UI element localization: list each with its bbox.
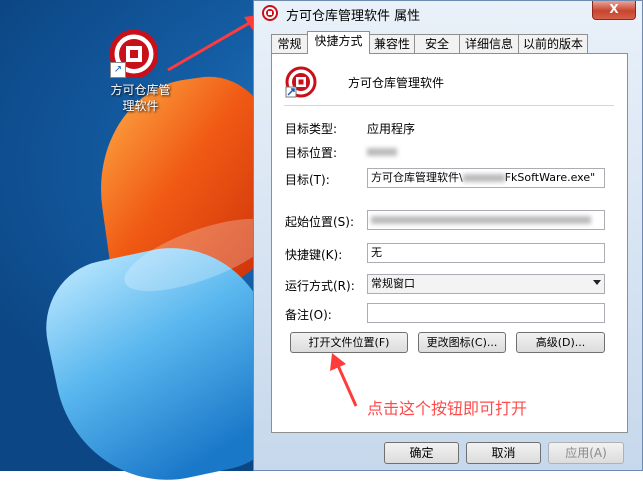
close-button[interactable]: X — [592, 1, 636, 20]
target-path-prefix: 方可仓库管理软件\ — [371, 171, 463, 184]
comment-field[interactable] — [367, 303, 605, 323]
annotation-arrow-bottom-icon — [330, 353, 358, 407]
tab-general[interactable]: 常规 — [271, 34, 308, 53]
annotation-text: 点击这个按钮即可打开 — [367, 399, 528, 418]
window-title: 方可仓库管理软件 属性 — [286, 9, 421, 24]
hotkey-field[interactable]: 无 — [367, 243, 605, 263]
ok-button[interactable]: 确定 — [384, 442, 459, 464]
hotkey-label: 快捷键(K): — [285, 248, 343, 262]
redacted-start-path — [371, 216, 591, 224]
target-location-value — [367, 144, 397, 158]
tab-security[interactable]: 安全 — [414, 34, 460, 53]
tab-details[interactable]: 详细信息 — [459, 34, 519, 53]
shortcut-panel: 方可仓库管理软件 目标类型: 应用程序 目标位置: 目标(T): 方可仓库管理软… — [271, 53, 628, 433]
advanced-button[interactable]: 高级(D)... — [516, 332, 605, 353]
divider — [284, 105, 614, 106]
target-location-label: 目标位置: — [285, 146, 338, 160]
cancel-button[interactable]: 取消 — [466, 442, 541, 464]
app-title-icon — [262, 5, 278, 21]
redacted-path — [462, 174, 505, 182]
target-label: 目标(T): — [285, 173, 330, 187]
shortcut-arrow-icon: ↗ — [110, 62, 126, 78]
open-file-location-button[interactable]: 打开文件位置(F) — [290, 332, 408, 353]
change-icon-button[interactable]: 更改图标(C)... — [418, 332, 506, 353]
target-field[interactable]: 方可仓库管理软件\ FkSoftWare.exe" — [367, 168, 605, 188]
run-select[interactable]: 常规窗口 — [367, 274, 605, 294]
app-name: 方可仓库管理软件 — [348, 76, 445, 90]
run-label: 运行方式(R): — [285, 279, 355, 293]
target-path-suffix: FkSoftWare.exe" — [504, 171, 596, 184]
app-logo-icon: ↗ — [109, 29, 159, 79]
start-in-field[interactable] — [367, 210, 605, 230]
target-type-value: 应用程序 — [367, 122, 416, 136]
start-in-label: 起始位置(S): — [285, 215, 355, 229]
tab-compatibility[interactable]: 兼容性 — [369, 34, 415, 53]
run-select-value: 常规窗口 — [371, 277, 415, 290]
tab-shortcut[interactable]: 快捷方式 — [307, 31, 370, 54]
chevron-down-icon — [593, 280, 601, 285]
apply-button[interactable]: 应用(A) — [548, 442, 624, 464]
title-bar[interactable]: 方可仓库管理软件 属性 X — [254, 1, 642, 27]
tab-previous-versions[interactable]: 以前的版本 — [518, 34, 588, 53]
desktop-shortcut-label: 方可仓库管理软件 — [110, 83, 171, 113]
target-type-label: 目标类型: — [285, 122, 338, 136]
app-icon — [285, 66, 317, 98]
comment-label: 备注(O): — [285, 308, 332, 322]
